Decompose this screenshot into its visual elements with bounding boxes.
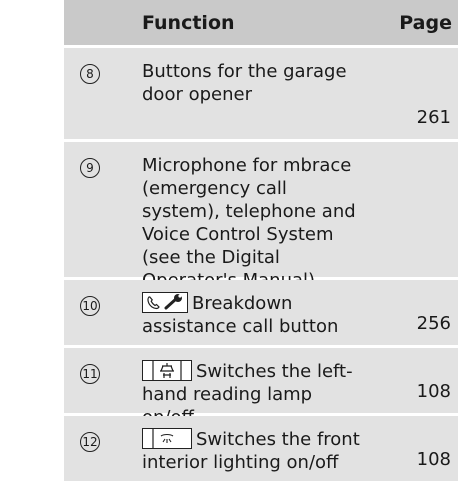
function-column-header: Function bbox=[142, 11, 235, 34]
table-row: 10 Breakdown assistance call button 256 bbox=[64, 280, 458, 345]
function-description: Microphone for mbrace (emergency call sy… bbox=[142, 155, 356, 291]
page-reference: 108 bbox=[416, 381, 451, 402]
function-table: Function Page 8 Buttons for the garage d… bbox=[64, 0, 458, 481]
interior-light-icon bbox=[142, 428, 192, 449]
table-row: 12 Switches the front interior lighting … bbox=[64, 416, 458, 481]
item-number-badge: 12 bbox=[80, 432, 100, 452]
item-number-badge: 11 bbox=[80, 364, 100, 384]
reading-lamp-icon bbox=[142, 360, 192, 381]
table-row: 9 Microphone for mbrace (emergency call … bbox=[64, 142, 458, 291]
page-reference: 256 bbox=[416, 313, 451, 334]
table-header: Function Page bbox=[64, 0, 458, 45]
function-description: Buttons for the garage door opener bbox=[142, 61, 347, 105]
item-number-badge: 8 bbox=[80, 64, 100, 84]
page-column-header: Page bbox=[399, 11, 452, 34]
table-row: 11 Switches the left-hand reading lamp o… bbox=[64, 348, 458, 428]
page-reference: 108 bbox=[416, 449, 451, 470]
item-number-badge: 10 bbox=[80, 296, 100, 316]
table-row: 8 Buttons for the garage door opener 261 bbox=[64, 48, 458, 139]
item-number-badge: 9 bbox=[80, 158, 100, 178]
phone-wrench-icon bbox=[142, 292, 188, 313]
page-reference: 261 bbox=[416, 107, 451, 128]
